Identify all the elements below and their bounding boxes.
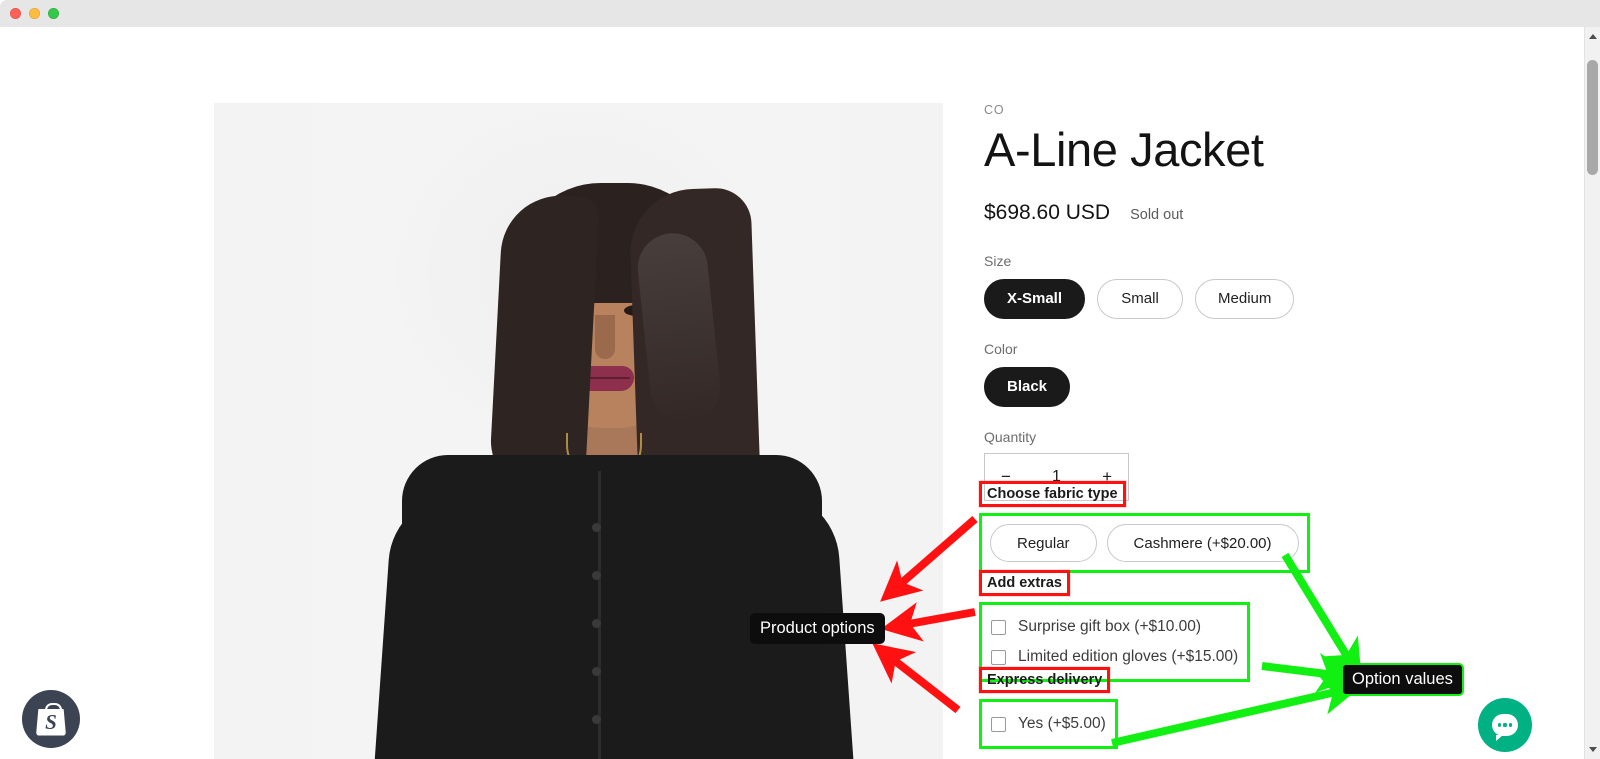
product-price: $698.60 USD	[984, 200, 1111, 224]
quantity-label: Quantity	[984, 428, 1037, 445]
jacket-button	[592, 619, 601, 628]
scroll-up-arrow-icon[interactable]	[1585, 29, 1600, 44]
maximize-window-button[interactable]	[48, 8, 59, 19]
product-info-panel: CO A-Line Jacket $698.60 USD Sold out Si…	[984, 103, 1504, 523]
extras-label-gift-box: Surprise gift box (+$10.00)	[1018, 618, 1202, 635]
extras-checkbox-gift-box[interactable]: Surprise gift box (+$10.00)	[991, 612, 1238, 642]
scrollbar-thumb[interactable]	[1587, 60, 1598, 175]
custom-option-title-fabric: Choose fabric type	[979, 481, 1126, 507]
color-option-group[interactable]: Black	[984, 366, 1504, 407]
jacket-button	[592, 571, 601, 580]
jacket-button	[592, 523, 601, 532]
color-option-black[interactable]: Black	[984, 366, 1071, 407]
browser-title-bar	[0, 0, 1600, 27]
green-arrow-express-values	[1111, 675, 1362, 747]
shopify-logo-icon: S	[36, 702, 66, 736]
shopify-help-button[interactable]: S	[22, 690, 80, 748]
custom-option-fabric-type: Choose fabric type Regular Cashmere (+$2…	[979, 481, 1310, 573]
product-title: A-Line Jacket	[984, 123, 1264, 176]
size-option-label: Size	[984, 252, 1012, 269]
custom-option-values-fabric[interactable]: Regular Cashmere (+$20.00)	[979, 513, 1310, 573]
checkbox-icon[interactable]	[991, 649, 1006, 665]
app-window: CO A-Line Jacket $698.60 USD Sold out Si…	[0, 0, 1600, 759]
checkbox-icon[interactable]	[991, 619, 1006, 635]
size-option-x-small[interactable]: X-Small	[984, 278, 1086, 319]
size-option-medium[interactable]: Medium	[1195, 278, 1295, 319]
product-image-gallery[interactable]	[214, 103, 943, 759]
model-nose	[595, 315, 615, 359]
checkbox-icon[interactable]	[991, 716, 1006, 732]
page-scrollbar[interactable]	[1584, 27, 1600, 759]
product-vendor: CO	[984, 103, 1005, 117]
express-label-yes: Yes (+$5.00)	[1018, 715, 1106, 732]
window-controls	[10, 8, 59, 19]
color-option-label: Color	[984, 340, 1018, 357]
size-option-small[interactable]: Small	[1097, 278, 1184, 319]
fabric-option-regular[interactable]: Regular	[990, 524, 1097, 562]
custom-option-add-extras: Add extras Surprise gift box (+$10.00) L…	[979, 570, 1251, 682]
close-window-button[interactable]	[10, 8, 21, 19]
minimize-window-button[interactable]	[29, 8, 40, 19]
custom-option-title-express: Express delivery	[979, 667, 1111, 693]
jacket-button	[592, 667, 601, 676]
jacket-body	[402, 455, 822, 759]
chat-widget-button[interactable]	[1478, 698, 1532, 752]
chat-bubble-icon	[1492, 714, 1518, 741]
price-row: $698.60 USD Sold out	[984, 201, 1504, 225]
callout-option-values: Option values	[1341, 663, 1464, 696]
extras-label-gloves: Limited edition gloves (+$15.00)	[1018, 648, 1239, 665]
callout-product-options: Product options	[750, 613, 885, 644]
scroll-down-arrow-icon[interactable]	[1585, 742, 1600, 757]
green-arrow-extras-values	[1261, 652, 1358, 693]
custom-option-values-express[interactable]: Yes (+$5.00)	[979, 699, 1118, 749]
page-viewport: CO A-Line Jacket $698.60 USD Sold out Si…	[0, 27, 1600, 759]
express-checkbox-yes[interactable]: Yes (+$5.00)	[991, 709, 1106, 739]
jacket-button	[592, 715, 601, 724]
fabric-option-cashmere[interactable]: Cashmere (+$20.00)	[1106, 524, 1299, 562]
size-option-group[interactable]: X-Small Small Medium	[984, 278, 1504, 319]
availability-badge: Sold out	[1130, 206, 1184, 223]
custom-option-express-delivery: Express delivery Yes (+$5.00)	[979, 667, 1118, 749]
custom-option-title-extras: Add extras	[979, 570, 1070, 596]
product-photo	[214, 103, 943, 759]
